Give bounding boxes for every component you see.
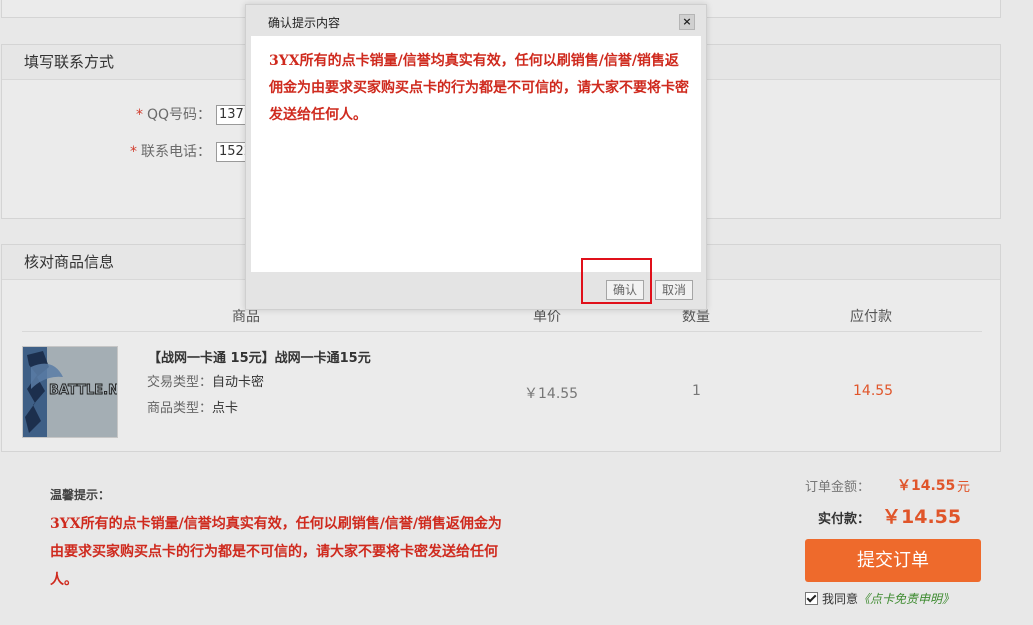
product-type-value: 点卡 [212, 401, 239, 416]
trade-type-value: 自动卡密 [212, 375, 265, 390]
qq-label: QQ号码： [147, 107, 212, 123]
order-amount-label: 订单金额： [805, 480, 871, 495]
product-type-label: 商品类型： [147, 401, 213, 416]
required-mark: * [130, 144, 137, 160]
tips-text: 3YX所有的点卡销量/信誉均真实有效，任何以刷销售/信誉/销售返佣金为由要求买家… [50, 516, 502, 588]
unit-price: ￥14.55 [524, 386, 579, 402]
agree-text: 我同意 [822, 592, 859, 606]
column-header-payable: 应付款 [850, 309, 892, 325]
trade-type-label: 交易类型： [147, 375, 213, 390]
battlenet-logo-image: BATTLE.NET [23, 347, 117, 437]
logo-text: BATTLE.NET [49, 383, 117, 398]
dialog-body: 3YX所有的点卡销量/信誉均真实有效，任何以刷销售/信誉/销售返佣金为由要求买家… [251, 36, 701, 272]
product-type: 商品类型：点卡 [147, 397, 238, 416]
dialog-message: 3YX所有的点卡销量/信誉均真实有效，任何以刷销售/信誉/销售返佣金为由要求买家… [269, 53, 689, 123]
disclaimer-link[interactable]: 《点卡免责申明》 [858, 592, 954, 606]
quantity: 1 [692, 383, 701, 399]
payable-amount: 14.55 [853, 383, 894, 399]
close-icon[interactable]: × [679, 14, 695, 30]
agreement-row: 我同意《点卡免责申明》 [805, 590, 954, 607]
submit-order-button[interactable]: 提交订单 [805, 539, 981, 582]
required-mark: * [136, 107, 143, 123]
qq-field-row: * QQ号码： [136, 104, 211, 124]
order-amount-unit: 元 [957, 480, 971, 495]
dialog-title: 确认提示内容 [268, 16, 341, 30]
phone-label: 联系电话： [141, 144, 211, 160]
table-header-divider [22, 331, 982, 332]
order-amount-value: ￥14.55 [897, 478, 956, 494]
product-image[interactable]: BATTLE.NET [22, 346, 118, 438]
cancel-button[interactable]: 取消 [655, 280, 694, 300]
trade-type: 交易类型：自动卡密 [147, 371, 264, 390]
tips-title: 温馨提示： [50, 488, 111, 502]
confirm-highlight-box [581, 258, 652, 304]
actual-pay-label: 实付款： [818, 512, 871, 527]
product-title[interactable]: 【战网一卡通 15元】战网一卡通15元 [148, 347, 371, 366]
phone-field-row: * 联系电话： [130, 141, 211, 161]
actual-pay-value: ￥14.55 [882, 506, 962, 528]
agree-checkbox[interactable] [805, 592, 818, 605]
